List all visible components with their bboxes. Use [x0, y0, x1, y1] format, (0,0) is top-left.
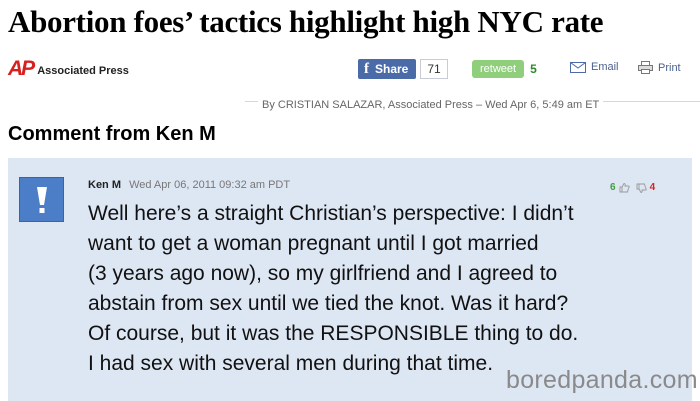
thumbs-up-count: 6 [610, 182, 616, 193]
publisher-name: Associated Press [37, 65, 129, 77]
section-title: Comment from Ken M [8, 123, 216, 145]
comment-author[interactable]: Ken M [88, 179, 121, 191]
email-link[interactable]: Email [570, 61, 619, 73]
print-icon [638, 61, 653, 74]
article-headline: Abortion foes’ tactics highlight high NY… [8, 4, 604, 39]
share-label: Share [375, 62, 409, 76]
comment-line: want to get a woman pregnant until I got… [88, 232, 539, 255]
exclamation-icon [36, 186, 47, 213]
avatar[interactable] [19, 177, 64, 222]
email-icon [570, 61, 586, 73]
comment-timestamp: Wed Apr 06, 2011 09:32 am PDT [129, 179, 291, 191]
watermark: boredpanda.com [506, 366, 698, 394]
comment-box: Ken M Wed Apr 06, 2011 09:32 am PDT 6 4 … [8, 158, 692, 401]
comment-meta: Ken M Wed Apr 06, 2011 09:32 am PDT [88, 179, 290, 191]
email-label: Email [591, 61, 619, 73]
share-button-main[interactable]: f Share [358, 59, 417, 79]
thumbs-up-icon[interactable] [619, 182, 630, 193]
retweet-count: 5 [530, 62, 537, 76]
retweet-button[interactable]: retweet 5 [472, 60, 537, 78]
comment-line: Well here’s a straight Christian’s persp… [88, 202, 574, 225]
byline: By CRISTIAN SALAZAR, Associated Press – … [258, 99, 604, 111]
print-link[interactable]: Print [638, 61, 681, 74]
print-label: Print [658, 61, 681, 74]
ap-mark: AP [8, 57, 35, 80]
comment-line: Of course, but it was the RESPONSIBLE th… [88, 322, 579, 345]
facebook-share-button[interactable]: f Share 71 [358, 59, 448, 79]
thumbs-down-icon[interactable] [636, 183, 647, 193]
facebook-icon: f [364, 61, 369, 77]
comment-votes: 6 4 [610, 182, 655, 193]
comment-line: abstain from sex until we tied the knot.… [88, 292, 569, 315]
comment-line: (3 years ago now), so my girlfriend and … [88, 262, 558, 285]
retweet-label[interactable]: retweet [472, 60, 525, 78]
comment-body: Well here’s a straight Christian’s persp… [88, 199, 688, 379]
share-count: 71 [420, 59, 448, 79]
ap-logo: AP Associated Press [8, 57, 129, 80]
thumbs-down-count: 4 [649, 182, 656, 193]
